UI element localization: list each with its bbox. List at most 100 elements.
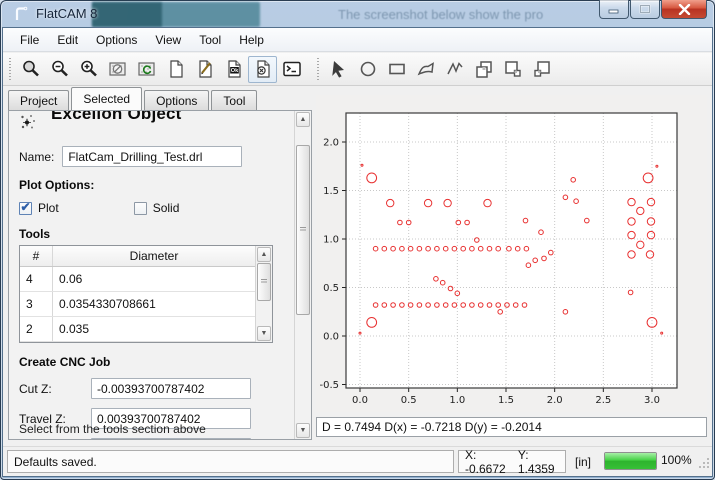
workspace: Project Selected Options Tool Excellon O… bbox=[3, 86, 712, 446]
shell-button[interactable] bbox=[277, 56, 306, 83]
duplicate-objects-button[interactable] bbox=[527, 56, 556, 83]
feed-rate-input[interactable] bbox=[91, 438, 251, 439]
table-row[interactable]: 3 0.0354330708661 bbox=[20, 292, 255, 317]
cnc-job-label: Create CNC Job bbox=[19, 355, 294, 369]
copy-icon bbox=[473, 58, 495, 80]
accept-object-button[interactable]: Ok bbox=[219, 56, 248, 83]
name-input[interactable] bbox=[62, 146, 242, 167]
scroll-down-icon[interactable]: ▼ bbox=[257, 326, 271, 341]
rectangle-tool-icon bbox=[386, 58, 408, 80]
object-title: Excellon Object bbox=[51, 111, 182, 124]
tab-tool[interactable]: Tool bbox=[211, 90, 257, 110]
tab-options[interactable]: Options bbox=[144, 90, 209, 110]
progress-bar bbox=[604, 452, 657, 470]
titlebar[interactable]: The screenshot below show the pro FlatCA… bbox=[0, 0, 715, 28]
zoom-in-button[interactable] bbox=[74, 56, 103, 83]
draw-circle-button[interactable] bbox=[353, 56, 382, 83]
draw-polyline-button[interactable] bbox=[440, 56, 469, 83]
plot-checkbox[interactable]: ✔ Plot bbox=[19, 201, 59, 215]
statusbar: Defaults saved. X: -0.6672 Y: 1.4359 [in… bbox=[3, 446, 712, 476]
scroll-down-icon[interactable]: ▼ bbox=[296, 423, 310, 438]
menu-tool[interactable]: Tool bbox=[190, 30, 230, 50]
scroll-up-icon[interactable]: ▲ bbox=[257, 247, 271, 262]
table-row[interactable]: 2 0.035 bbox=[20, 317, 255, 342]
svg-text:1.5: 1.5 bbox=[498, 395, 514, 406]
zoom-in-icon bbox=[78, 58, 100, 80]
svg-text:0.0: 0.0 bbox=[352, 395, 368, 406]
menu-help[interactable]: Help bbox=[230, 30, 273, 50]
zoom-fit-button[interactable] bbox=[16, 56, 45, 83]
window-title: FlatCAM 8 bbox=[36, 6, 97, 21]
svg-text:Ok: Ok bbox=[230, 68, 238, 74]
close-button[interactable] bbox=[661, 0, 707, 19]
measurement-text: D = 0.7494 D(x) = -0.7218 D(y) = -0.2014 bbox=[322, 420, 542, 434]
panel-scrollbar-thumb[interactable] bbox=[296, 145, 310, 315]
tools-table-header-diameter[interactable]: Diameter bbox=[53, 246, 255, 266]
edit-file-icon bbox=[194, 58, 216, 80]
selected-panel: Excellon Object Name: Plot Options: ✔ Pl… bbox=[8, 110, 312, 440]
tool-number: 2 bbox=[20, 317, 53, 341]
table-scrollbar-thumb[interactable] bbox=[257, 263, 271, 301]
menubar: File Edit Options View Tool Help bbox=[3, 28, 712, 52]
check-icon: ✔ bbox=[20, 201, 30, 213]
svg-text:1.0: 1.0 bbox=[323, 235, 339, 246]
tool-diameter: 0.06 bbox=[53, 267, 255, 291]
toolbar-grip[interactable] bbox=[314, 57, 321, 81]
shell-icon bbox=[281, 58, 303, 80]
svg-text:1.0: 1.0 bbox=[449, 395, 465, 406]
solid-checkbox-label: Solid bbox=[153, 201, 180, 215]
plot-canvas[interactable]: 0.00.51.01.52.02.53.0-0.50.00.51.01.52.0 bbox=[316, 95, 707, 412]
clear-plot-button[interactable] bbox=[103, 56, 132, 83]
table-row[interactable]: 4 0.06 bbox=[20, 267, 255, 292]
table-scrollbar[interactable]: ▲ ▼ bbox=[255, 246, 272, 342]
menu-options[interactable]: Options bbox=[87, 30, 146, 50]
maximize-button[interactable] bbox=[630, 0, 660, 19]
svg-text:1.5: 1.5 bbox=[323, 186, 339, 197]
minimize-button[interactable] bbox=[599, 0, 629, 19]
move-objects-button[interactable] bbox=[498, 56, 527, 83]
zoom-out-button[interactable] bbox=[45, 56, 74, 83]
select-arrow-icon bbox=[328, 58, 350, 80]
scroll-up-icon[interactable]: ▲ bbox=[296, 112, 310, 127]
solid-checkbox-box[interactable]: ✔ bbox=[134, 202, 147, 215]
resize-grip[interactable] bbox=[698, 456, 710, 474]
coord-y: Y: 1.4359 bbox=[518, 448, 559, 476]
toolbar-grip[interactable] bbox=[6, 57, 13, 81]
cut-z-input[interactable] bbox=[91, 378, 251, 399]
menu-view[interactable]: View bbox=[146, 30, 190, 50]
tool-number: 4 bbox=[20, 267, 53, 291]
menu-edit[interactable]: Edit bbox=[48, 30, 87, 50]
cancel-object-button[interactable] bbox=[248, 56, 277, 83]
panel-scrollbar[interactable]: ▲ ▼ bbox=[294, 111, 311, 439]
clear-plot-icon bbox=[107, 58, 129, 80]
tab-project[interactable]: Project bbox=[8, 90, 69, 110]
tools-table-header-num[interactable]: # bbox=[20, 246, 53, 266]
toolbar: Ok bbox=[3, 53, 712, 86]
tab-bar: Project Selected Options Tool bbox=[8, 88, 259, 110]
measurement-readout: D = 0.7494 D(x) = -0.7218 D(y) = -0.2014 bbox=[316, 417, 707, 437]
draw-polygon-button[interactable] bbox=[411, 56, 440, 83]
background-window-text: The screenshot below show the pro bbox=[338, 7, 543, 22]
svg-text:2.0: 2.0 bbox=[547, 395, 563, 406]
new-project-button[interactable] bbox=[161, 56, 190, 83]
status-message: Defaults saved. bbox=[7, 450, 454, 473]
tools-table: # Diameter 4 0.06 3 0.0354330708661 bbox=[19, 245, 273, 343]
svg-text:2.5: 2.5 bbox=[595, 395, 611, 406]
copy-objects-button[interactable] bbox=[469, 56, 498, 83]
draw-rectangle-button[interactable] bbox=[382, 56, 411, 83]
plot-checkbox-box[interactable]: ✔ bbox=[19, 202, 32, 215]
menu-file[interactable]: File bbox=[11, 30, 48, 50]
zoom-out-icon bbox=[49, 58, 71, 80]
select-tool-button[interactable] bbox=[324, 56, 353, 83]
replot-button[interactable] bbox=[132, 56, 161, 83]
tab-selected[interactable]: Selected bbox=[71, 87, 142, 110]
flatcam-logo-icon bbox=[12, 5, 30, 23]
scatter-plot[interactable]: 0.00.51.01.52.02.53.0-0.50.00.51.01.52.0 bbox=[316, 95, 707, 412]
svg-text:0.0: 0.0 bbox=[323, 332, 339, 343]
solid-checkbox[interactable]: ✔ Solid bbox=[134, 201, 180, 215]
units-label: [in] bbox=[575, 450, 591, 473]
plot-checkbox-label: Plot bbox=[38, 201, 59, 215]
coordinates-readout: X: -0.6672 Y: 1.4359 bbox=[458, 450, 566, 473]
status-message-text: Defaults saved. bbox=[14, 455, 97, 469]
edit-object-button[interactable] bbox=[190, 56, 219, 83]
